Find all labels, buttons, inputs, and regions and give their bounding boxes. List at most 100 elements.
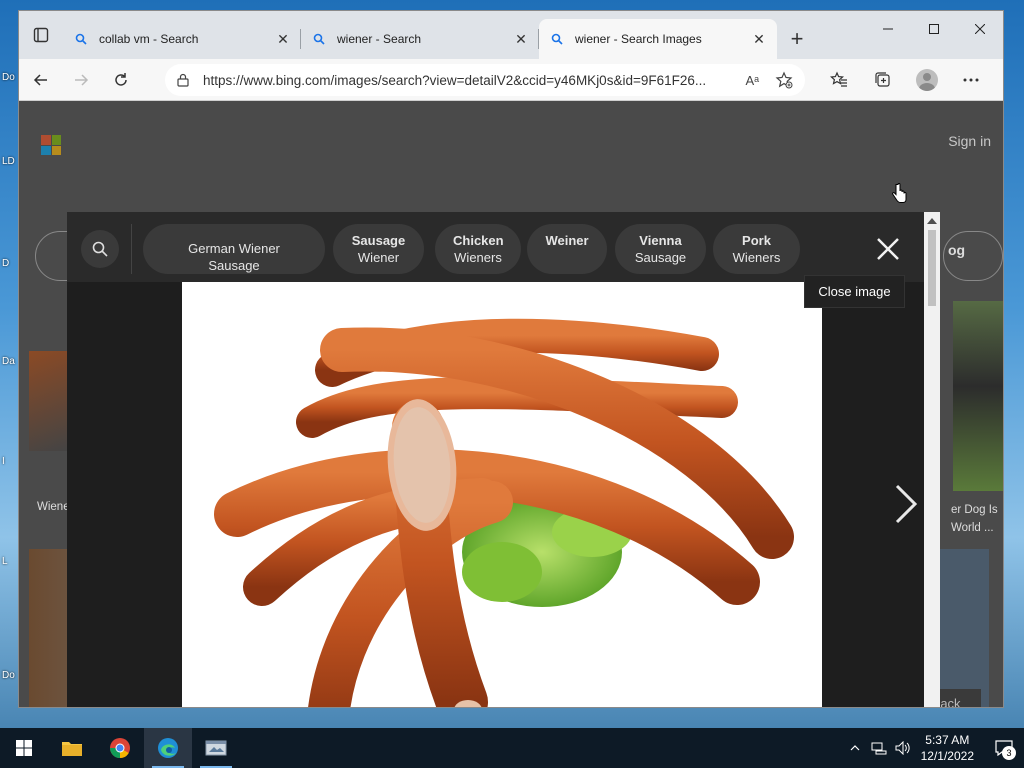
- related-chip[interactable]: German Wiener Sausage: [143, 224, 325, 274]
- collections-icon: [875, 72, 890, 87]
- volume-icon[interactable]: [891, 741, 915, 755]
- url-text[interactable]: https://www.bing.com/images/search?view=…: [203, 73, 735, 88]
- related-chip[interactable]: Vienna Sausage: [615, 224, 706, 274]
- chip-label-bold: Sausage: [351, 233, 406, 248]
- chrome-icon: [109, 738, 130, 759]
- minimize-button[interactable]: [865, 11, 911, 47]
- forward-button[interactable]: [63, 64, 99, 96]
- app-window-icon: [205, 740, 227, 756]
- maximize-button[interactable]: [911, 11, 957, 47]
- viewer-scrollbar[interactable]: [924, 212, 940, 707]
- tab-actions-button[interactable]: [19, 11, 63, 59]
- window-controls: [865, 11, 1003, 47]
- scroll-up-icon[interactable]: [927, 218, 937, 224]
- edge-button[interactable]: [144, 728, 192, 768]
- chip-label: German Wiener Sausage: [188, 241, 280, 273]
- new-tab-button[interactable]: +: [777, 19, 817, 59]
- read-aloud-icon[interactable]: Aᵃ: [745, 73, 759, 88]
- taskbar: 5:37 AM 12/1/2022 3: [0, 728, 1024, 768]
- folder-icon: [62, 742, 82, 756]
- notifications-button[interactable]: 3: [984, 728, 1024, 768]
- related-chip[interactable]: Weiner: [527, 224, 607, 274]
- image-viewer-modal: German Wiener Sausage Sausage Wiener Chi…: [67, 212, 940, 707]
- chip-label-bold: Vienna: [639, 233, 682, 248]
- back-button[interactable]: [23, 64, 59, 96]
- close-tab-icon[interactable]: ✕: [513, 31, 529, 47]
- result-thumbnail[interactable]: [29, 351, 69, 451]
- viewer-search-button[interactable]: [81, 230, 119, 268]
- profile-button[interactable]: [905, 64, 949, 96]
- address-bar[interactable]: https://www.bing.com/images/search?view=…: [165, 64, 805, 96]
- related-chip[interactable]: Pork Wieners: [713, 224, 800, 274]
- edge-icon: [158, 738, 178, 758]
- close-window-button[interactable]: [957, 11, 1003, 47]
- close-image-tooltip: Close image: [804, 275, 905, 308]
- tab-wiener-images[interactable]: wiener - Search Images ✕: [539, 19, 777, 59]
- tab-label: wiener - Search: [337, 32, 422, 46]
- page-content: Sign in og Wiene er Dog Is World ... Fee…: [19, 101, 1003, 707]
- network-icon[interactable]: [867, 741, 891, 755]
- related-search-pill[interactable]: og: [943, 231, 1003, 281]
- notification-count-badge: 3: [1002, 746, 1016, 760]
- clock[interactable]: 5:37 AM 12/1/2022: [921, 732, 974, 764]
- chip-label-bold: Chicken: [453, 233, 504, 248]
- add-favorite-icon[interactable]: [775, 71, 793, 89]
- header-divider: [131, 224, 132, 274]
- related-chip[interactable]: Chicken Wieners: [435, 224, 521, 274]
- start-button[interactable]: [0, 728, 48, 768]
- tab-wiener-search[interactable]: wiener - Search ✕: [301, 19, 539, 59]
- next-image-button[interactable]: [893, 482, 919, 526]
- clock-date: 12/1/2022: [920, 749, 974, 763]
- file-explorer-button[interactable]: [48, 728, 96, 768]
- related-chip[interactable]: Sausage Wiener: [333, 224, 424, 274]
- tab-label: collab vm - Search: [99, 32, 199, 46]
- desktop-icon-label: Do: [2, 72, 15, 83]
- sausages-image: [214, 318, 794, 707]
- search-icon: [73, 31, 89, 47]
- close-tab-icon[interactable]: ✕: [751, 31, 767, 47]
- desktop-icon-label: D: [2, 258, 10, 269]
- chip-label: Wiener: [357, 250, 400, 265]
- settings-menu-button[interactable]: [949, 64, 993, 96]
- navigation-bar: https://www.bing.com/images/search?view=…: [19, 59, 1003, 101]
- search-icon: [311, 31, 327, 47]
- result-thumbnail[interactable]: [953, 301, 1003, 491]
- browser-window: collab vm - Search ✕ wiener - Search ✕ w…: [18, 10, 1004, 708]
- chip-label-bold: Pork: [742, 233, 771, 248]
- scrollbar-thumb[interactable]: [928, 230, 936, 306]
- collections-button[interactable]: [861, 64, 905, 96]
- chip-label-bold: Weiner: [545, 233, 589, 248]
- chrome-button[interactable]: [96, 728, 144, 768]
- search-icon: [549, 31, 565, 47]
- avatar: [916, 69, 938, 91]
- toolbar-right: [817, 64, 993, 96]
- lock-icon[interactable]: [177, 73, 189, 87]
- desktop-icon-label: L: [2, 556, 8, 567]
- close-tab-icon[interactable]: ✕: [275, 31, 291, 47]
- chevron-up-icon[interactable]: [843, 745, 867, 751]
- desktop-icon-label: I: [2, 456, 5, 467]
- microsoft-logo: [41, 135, 61, 155]
- refresh-button[interactable]: [103, 64, 139, 96]
- more-icon: [963, 78, 979, 82]
- chip-label: Wieners: [454, 250, 502, 265]
- back-arrow-icon: [33, 73, 47, 86]
- desktop-icon-label: Da: [2, 356, 15, 367]
- desktop-edge: Do LD D Da I L Do: [0, 0, 18, 728]
- chip-label: Sausage: [634, 250, 687, 265]
- favorites-icon: [830, 71, 847, 87]
- close-image-button[interactable]: [875, 236, 901, 262]
- desktop-icon-label: LD: [2, 156, 15, 167]
- result-caption[interactable]: Wiene: [37, 501, 70, 513]
- desktop-icon-label: Do: [2, 670, 15, 681]
- refresh-icon: [115, 72, 127, 86]
- result-caption[interactable]: er Dog Is World ...: [951, 501, 1001, 537]
- clock-time: 5:37 AM: [925, 733, 970, 747]
- tab-actions-icon: [33, 27, 49, 43]
- viewer-image[interactable]: [182, 282, 822, 707]
- tab-collab-vm[interactable]: collab vm - Search ✕: [63, 19, 301, 59]
- sign-in-link[interactable]: Sign in: [948, 133, 991, 149]
- windows-logo-icon: [16, 740, 32, 756]
- favorites-button[interactable]: [817, 64, 861, 96]
- collabvm-app-button[interactable]: [192, 728, 240, 768]
